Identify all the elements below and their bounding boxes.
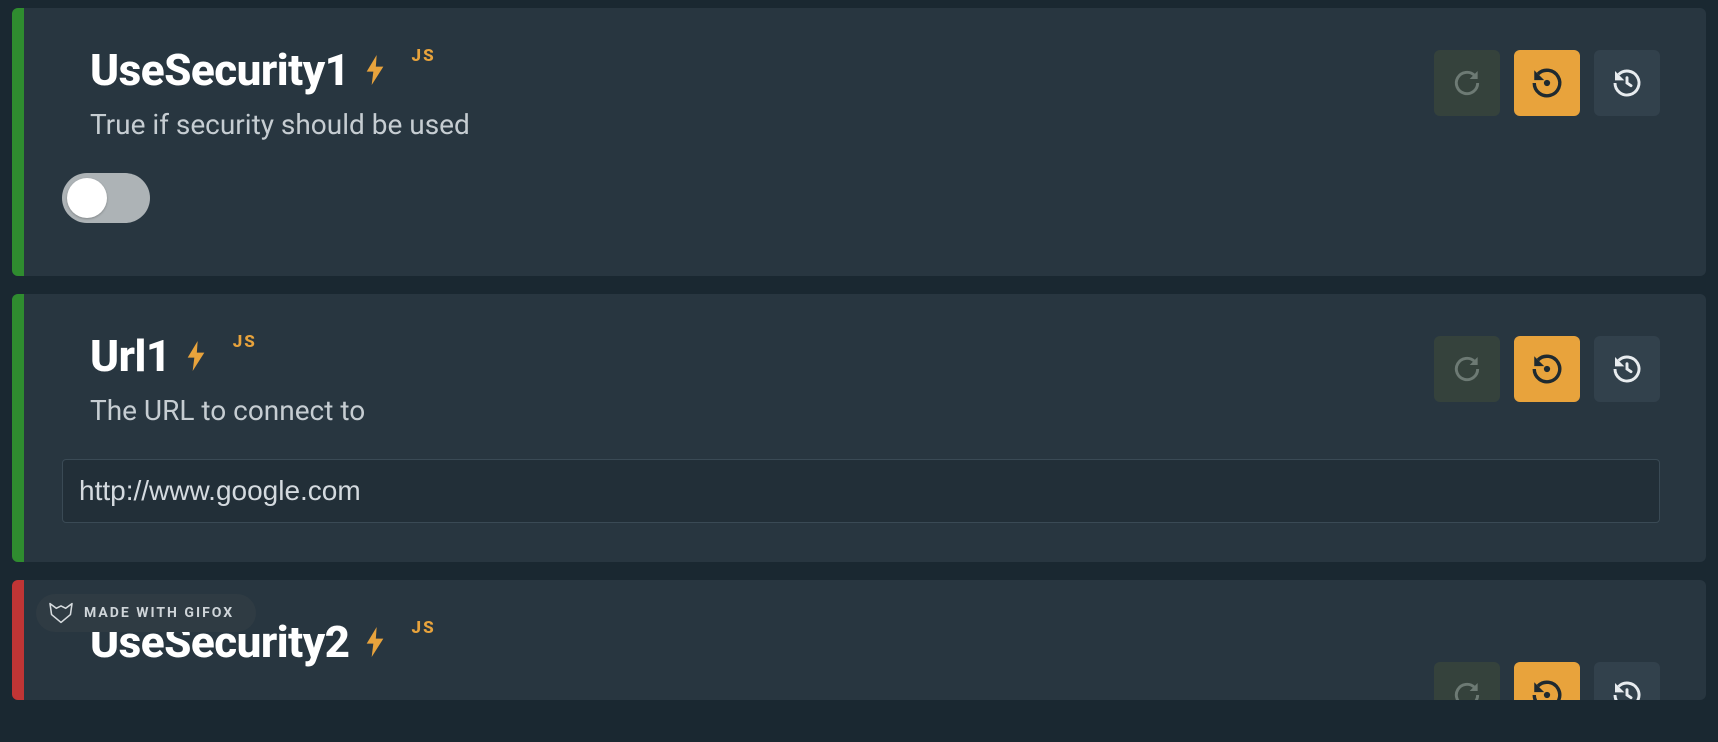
card-header: UseSecurity1 JS True if security should … xyxy=(90,44,1660,141)
refresh-icon xyxy=(1451,67,1483,99)
fox-icon xyxy=(48,602,74,624)
history-icon xyxy=(1611,679,1643,700)
card-header: Url1 JS The URL to connect to xyxy=(90,330,1660,427)
gifox-watermark[interactable]: MADE WITH GIFOX xyxy=(36,594,256,632)
refresh-button[interactable] xyxy=(1434,336,1500,402)
title-block: UseSecurity1 JS True if security should … xyxy=(90,44,470,141)
bolt-icon xyxy=(364,55,386,85)
toggle-knob xyxy=(67,178,107,218)
action-bar xyxy=(1434,336,1660,402)
settings-list: UseSecurity1 JS True if security should … xyxy=(0,0,1718,708)
history-icon xyxy=(1611,353,1643,385)
refresh-button[interactable] xyxy=(1434,662,1500,700)
setting-card-url1: Url1 JS The URL to connect to xyxy=(12,294,1706,562)
bolt-icon xyxy=(364,627,386,657)
title-row: Url1 JS xyxy=(90,330,365,382)
url-input[interactable] xyxy=(62,459,1660,523)
setting-description: True if security should be used xyxy=(90,108,470,141)
setting-title: UseSecurity1 xyxy=(90,44,350,96)
title-row: UseSecurity1 JS xyxy=(90,44,470,96)
restore-icon xyxy=(1530,352,1564,386)
action-bar xyxy=(1434,50,1660,116)
status-stripe xyxy=(12,8,24,276)
setting-description: The URL to connect to xyxy=(90,394,365,427)
toggle-switch[interactable] xyxy=(62,173,150,223)
card-header: UseSecurity2 JS xyxy=(90,616,1660,668)
action-bar xyxy=(1434,662,1660,700)
js-badge: JS xyxy=(412,618,436,638)
restore-button[interactable] xyxy=(1514,50,1580,116)
refresh-icon xyxy=(1451,679,1483,700)
restore-button[interactable] xyxy=(1514,336,1580,402)
setting-title: Url1 xyxy=(90,330,171,382)
history-button[interactable] xyxy=(1594,336,1660,402)
js-badge: JS xyxy=(412,46,436,66)
status-stripe xyxy=(12,580,24,700)
refresh-icon xyxy=(1451,353,1483,385)
history-button[interactable] xyxy=(1594,50,1660,116)
restore-icon xyxy=(1530,678,1564,700)
restore-button[interactable] xyxy=(1514,662,1580,700)
bolt-icon xyxy=(185,341,207,371)
history-icon xyxy=(1611,67,1643,99)
status-stripe xyxy=(12,294,24,562)
restore-icon xyxy=(1530,66,1564,100)
watermark-label: MADE WITH GIFOX xyxy=(84,605,234,621)
setting-card-usesecurity2: UseSecurity2 JS xyxy=(12,580,1706,700)
js-badge: JS xyxy=(233,332,257,352)
history-button[interactable] xyxy=(1594,662,1660,700)
title-block: Url1 JS The URL to connect to xyxy=(90,330,365,427)
refresh-button[interactable] xyxy=(1434,50,1500,116)
setting-card-usesecurity1: UseSecurity1 JS True if security should … xyxy=(12,8,1706,276)
